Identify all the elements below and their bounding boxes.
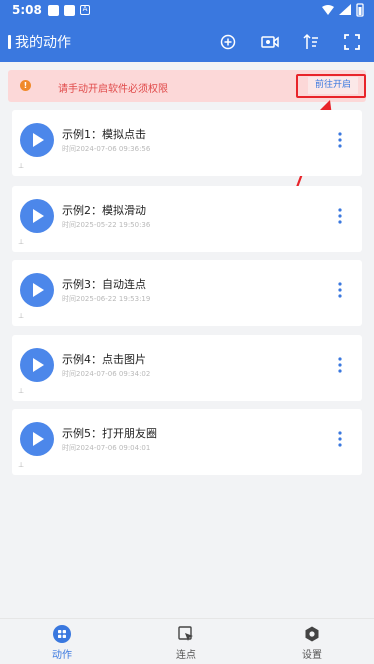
status-time: 5:08 (12, 3, 42, 17)
more-options-icon[interactable] (330, 204, 350, 228)
page-title: 我的动作 (15, 35, 71, 51)
play-icon (33, 432, 44, 446)
action-name: 示例1：模拟点击 (62, 128, 146, 141)
action-time: 时间2025-05-22 19:50:36 (62, 221, 151, 229)
notification-icon (64, 5, 75, 16)
play-button[interactable] (20, 199, 54, 233)
more-options-icon[interactable] (330, 278, 350, 302)
play-icon (33, 358, 44, 372)
more-options-icon[interactable] (330, 353, 350, 377)
record-video-icon[interactable] (258, 30, 282, 54)
play-button[interactable] (20, 123, 54, 157)
tab-clicker[interactable]: 连点 (151, 625, 221, 663)
status-bar: 5:08 A (0, 0, 374, 22)
play-button[interactable] (20, 422, 54, 456)
tab-settings[interactable]: 设置 (277, 625, 347, 663)
notice-message: 请手动开启软件必须权限 (58, 84, 168, 95)
play-icon (33, 209, 44, 223)
tab-label: 连点 (176, 650, 196, 661)
action-name: 示例4：点击图片 (62, 353, 146, 366)
app-bar: 我的动作 (0, 30, 374, 54)
title-accent (8, 35, 11, 49)
action-card[interactable]: 示例2：模拟滑动 时间2025-05-22 19:50:36 ⊥ (12, 186, 362, 252)
play-icon (33, 283, 44, 297)
cursor-click-icon (178, 626, 193, 641)
highlight-box (296, 74, 366, 98)
system-status-icons (322, 3, 364, 17)
play-button[interactable] (20, 348, 54, 382)
action-card[interactable]: 示例1：模拟点击 时间2024-07-06 09:36:56 ⊥ (12, 110, 362, 176)
action-card[interactable]: 示例4：点击图片 时间2024-07-06 09:34:02 ⊥ (12, 335, 362, 401)
add-icon[interactable] (216, 30, 240, 54)
action-card[interactable]: 示例3：自动连点 时间2025-06-22 19:53:19 ⊥ (12, 260, 362, 326)
more-options-icon[interactable] (330, 128, 350, 152)
actions-grid-icon (53, 625, 71, 643)
warning-icon: ! (20, 80, 31, 91)
pin-icon: ⊥ (18, 387, 25, 395)
play-button[interactable] (20, 273, 54, 307)
action-name: 示例3：自动连点 (62, 278, 146, 291)
top-bar: 5:08 A 我的动作 (0, 0, 374, 62)
tab-label: 动作 (52, 650, 72, 661)
settings-icon (305, 626, 319, 642)
sort-icon[interactable] (299, 30, 323, 54)
action-time: 时间2025-06-22 19:53:19 (62, 295, 151, 303)
tab-label: 设置 (302, 650, 322, 661)
action-time: 时间2024-07-06 09:04:01 (62, 444, 151, 452)
fullscreen-icon[interactable] (340, 30, 364, 54)
bottom-nav: 动作 连点 设置 (0, 618, 374, 664)
pin-icon: ⊥ (18, 238, 25, 246)
play-icon (33, 133, 44, 147)
action-name: 示例5：打开朋友圈 (62, 427, 157, 440)
pin-icon: ⊥ (18, 461, 25, 469)
action-time: 时间2024-07-06 09:36:56 (62, 145, 151, 153)
notification-icon: A (80, 5, 90, 15)
action-time: 时间2024-07-06 09:34:02 (62, 370, 151, 378)
pin-icon: ⊥ (18, 162, 25, 170)
more-options-icon[interactable] (330, 427, 350, 451)
tab-actions[interactable]: 动作 (27, 625, 97, 663)
action-card[interactable]: 示例5：打开朋友圈 时间2024-07-06 09:04:01 ⊥ (12, 409, 362, 475)
notification-icon (48, 5, 59, 16)
pin-icon: ⊥ (18, 312, 25, 320)
action-name: 示例2：模拟滑动 (62, 204, 146, 217)
